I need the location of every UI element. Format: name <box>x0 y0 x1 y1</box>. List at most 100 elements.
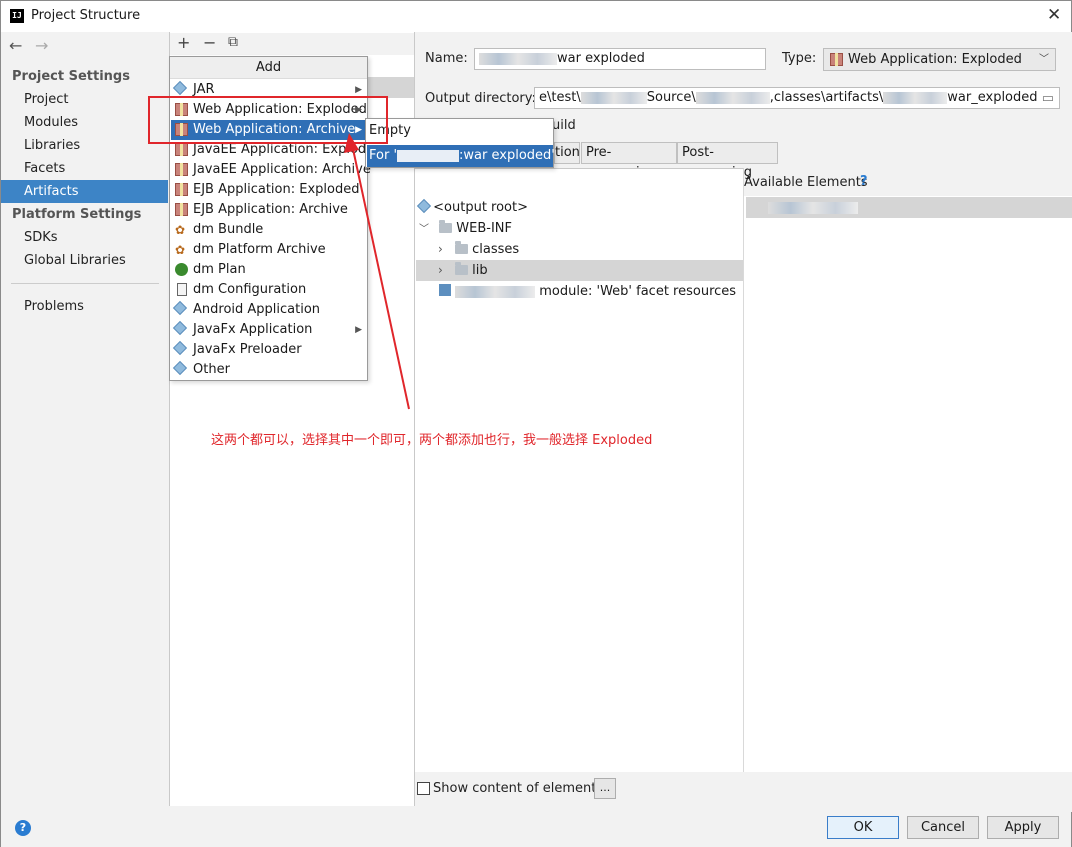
redacted-text <box>695 91 770 104</box>
sidebar-item-facets[interactable]: Facets <box>1 157 168 180</box>
output-path-part: Source\ <box>646 90 696 105</box>
tree-label: classes <box>472 242 520 257</box>
remove-artifact-button[interactable]: − <box>203 33 216 52</box>
menu-item-label: dm Configuration <box>193 282 307 297</box>
folder-icon <box>439 220 453 233</box>
window-title: Project Structure <box>31 8 141 23</box>
available-element-row[interactable] <box>746 197 1072 218</box>
redacted-text <box>768 202 858 214</box>
redacted-text <box>883 91 948 104</box>
artifacts-toolbar: + − ⧉ <box>170 33 414 55</box>
settings-sidebar: ← → Project Settings Project Modules Lib… <box>1 32 168 812</box>
menu-item-label: JavaFx Application <box>193 322 313 337</box>
name-value: war exploded <box>557 51 645 66</box>
diamond-icon <box>172 80 188 96</box>
bundle-icon: ✿ <box>175 243 186 257</box>
menu-item-javafx-preloader[interactable]: JavaFx Preloader <box>171 340 367 360</box>
menu-item-dm-plan[interactable]: dm Plan <box>171 260 367 280</box>
type-select[interactable]: Web Application: Exploded ﹀ <box>823 48 1056 71</box>
output-path-part: e\test\ <box>539 90 581 105</box>
chevron-right-icon[interactable]: › <box>438 263 443 277</box>
package-icon <box>175 203 188 216</box>
menu-item-other[interactable]: Other <box>171 360 367 380</box>
menu-item-dm-platform-archive[interactable]: ✿ dm Platform Archive <box>171 240 367 260</box>
close-icon[interactable]: ✕ <box>1047 5 1061 25</box>
menu-item-javafx-application[interactable]: JavaFx Application ▶ <box>171 320 367 340</box>
menu-item-label: EJB Application: Archive <box>193 202 348 217</box>
ok-button[interactable]: OK <box>827 816 899 839</box>
add-artifact-button[interactable]: + <box>177 33 190 52</box>
sidebar-item-artifacts[interactable]: Artifacts <box>1 180 168 203</box>
output-path-part: ,classes\artifacts\ <box>769 90 884 105</box>
copy-artifact-icon[interactable]: ⧉ <box>228 34 238 50</box>
name-label: Name: <box>425 51 468 66</box>
tree-label: <output root> <box>433 200 528 215</box>
diamond-icon <box>172 320 188 336</box>
menu-header: Add <box>170 57 367 79</box>
tree-row-lib[interactable]: › lib <box>438 260 488 281</box>
plan-icon <box>175 263 188 276</box>
menu-item-label: dm Platform Archive <box>193 242 326 257</box>
menu-item-javaee-archive[interactable]: JavaEE Application: Archive <box>171 160 371 180</box>
folder-icon <box>454 241 468 254</box>
forward-arrow-icon[interactable]: → <box>35 36 48 55</box>
tree-label: module: 'Web' facet resources <box>535 284 737 299</box>
tab-validation[interactable]: tion <box>554 142 580 164</box>
tree-row-facet-resources[interactable]: module: 'Web' facet resources <box>439 281 736 302</box>
output-directory-field[interactable]: e\test\ Source\ ,classes\artifacts\ war_exp… <box>534 87 1060 109</box>
annotation-arrow <box>344 133 410 410</box>
redacted-text <box>479 52 557 65</box>
platform-settings-header: Platform Settings <box>12 207 142 222</box>
output-directory-label: Output directory: <box>425 91 536 106</box>
available-elements-panel <box>744 196 1072 772</box>
show-content-checkbox[interactable] <box>417 782 430 795</box>
menu-item-ejb-exploded[interactable]: EJB Application: Exploded <box>171 180 367 200</box>
title-bar: IJ Project Structure ✕ <box>1 1 1071 32</box>
menu-item-android-application[interactable]: Android Application <box>171 300 367 320</box>
show-content-label: Show content of elements <box>433 781 604 796</box>
more-button[interactable]: ... <box>594 778 616 799</box>
include-in-build-label: uild <box>552 118 576 133</box>
menu-item-dm-configuration[interactable]: dm Configuration <box>171 280 367 300</box>
web-facet-icon <box>439 284 451 296</box>
config-icon <box>177 283 187 296</box>
selected-artifact-row[interactable] <box>366 77 414 98</box>
menu-item-label: dm Plan <box>193 262 246 277</box>
cancel-button[interactable]: Cancel <box>907 816 979 839</box>
tab-pre-processing[interactable]: Pre-processing <box>581 142 677 180</box>
menu-item-label: JAR <box>193 82 215 97</box>
package-icon <box>830 53 843 66</box>
diamond-icon <box>172 340 188 356</box>
sidebar-item-problems[interactable]: Problems <box>1 295 168 318</box>
sidebar-item-libraries[interactable]: Libraries <box>1 134 168 157</box>
tree-row-output-root[interactable]: <output root> <box>416 197 528 218</box>
project-settings-header: Project Settings <box>12 69 130 84</box>
menu-item-dm-bundle[interactable]: ✿ dm Bundle <box>171 220 367 240</box>
project-structure-window: IJ Project Structure ✕ ← → Project Setti… <box>0 0 1072 847</box>
help-button[interactable]: ? <box>15 820 31 836</box>
tab-post-processing[interactable]: Post-processing <box>677 142 778 180</box>
sidebar-item-sdks[interactable]: SDKs <box>1 226 168 249</box>
chevron-down-icon: ﹀ <box>1039 54 1049 65</box>
chevron-right-icon[interactable]: › <box>438 242 443 256</box>
sidebar-item-project[interactable]: Project <box>1 88 168 111</box>
menu-item-label: dm Bundle <box>193 222 264 237</box>
tree-row-classes[interactable]: › classes <box>438 239 519 260</box>
menu-item-label: Other <box>193 362 230 377</box>
help-icon[interactable]: ? <box>860 174 868 189</box>
tree-label: lib <box>472 263 488 278</box>
output-path-part: war_exploded <box>947 90 1038 105</box>
tree-row-web-inf[interactable]: ﹀ WEB-INF <box>419 218 512 239</box>
sidebar-item-global-libraries[interactable]: Global Libraries <box>1 249 168 272</box>
package-icon <box>175 143 188 156</box>
tree-label: WEB-INF <box>456 221 512 236</box>
available-elements-label: Available Elements <box>744 175 868 190</box>
name-field[interactable]: war exploded <box>474 48 766 70</box>
apply-button[interactable]: Apply <box>987 816 1059 839</box>
folder-browse-icon[interactable]: ▭ <box>1042 89 1054 108</box>
back-arrow-icon[interactable]: ← <box>9 36 22 55</box>
type-label: Type: <box>782 51 817 66</box>
menu-item-ejb-archive[interactable]: EJB Application: Archive <box>171 200 367 220</box>
intellij-app-icon: IJ <box>10 9 24 23</box>
sidebar-item-modules[interactable]: Modules <box>1 111 168 134</box>
